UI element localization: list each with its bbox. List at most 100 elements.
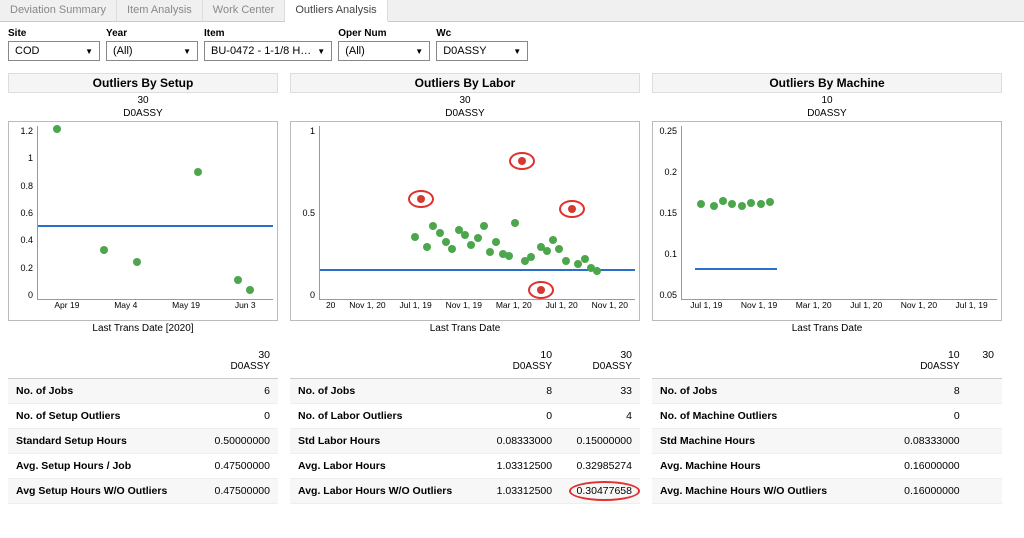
- tab-work-center[interactable]: Work Center: [203, 0, 286, 21]
- data-point[interactable]: [549, 236, 557, 244]
- filter-label: Oper Num: [338, 28, 430, 39]
- col-header: 30: [968, 343, 1002, 361]
- select-opernum[interactable]: (All) ▼: [338, 41, 430, 61]
- data-point[interactable]: [411, 233, 419, 241]
- data-point[interactable]: [429, 222, 437, 230]
- data-point[interactable]: [747, 199, 755, 207]
- row-label: No. of Machine Outliers: [652, 404, 879, 429]
- data-point[interactable]: [505, 252, 513, 260]
- chart-setup[interactable]: 1.210.80.60.40.20 Apr 19May 4May 19Jun 3…: [8, 121, 278, 321]
- filter-opernum: Oper Num (All) ▼: [338, 28, 430, 61]
- data-point[interactable]: [766, 198, 774, 206]
- x-tick: Mar 1, 20: [796, 300, 832, 310]
- row-label: No. of Setup Outliers: [8, 404, 197, 429]
- data-point[interactable]: [474, 234, 482, 242]
- x-tick: Nov 1, 20: [901, 300, 937, 310]
- col-subheader: D0ASSY: [879, 361, 968, 379]
- table-row: Std Machine Hours0.08333000: [652, 429, 1002, 454]
- cell-value: 0.32985274: [560, 454, 640, 479]
- data-point[interactable]: [593, 267, 601, 275]
- row-label: No. of Jobs: [652, 379, 879, 404]
- col-header: [8, 343, 197, 361]
- chart-title: Outliers By Labor: [290, 73, 640, 93]
- table-row: Avg. Machine Hours W/O Outliers0.1600000…: [652, 479, 1002, 504]
- x-tick: Apr 19: [54, 300, 79, 310]
- data-point[interactable]: [719, 197, 727, 205]
- data-point[interactable]: [234, 276, 242, 284]
- select-year[interactable]: (All) ▼: [106, 41, 198, 61]
- x-axis-label: Last Trans Date [2020]: [9, 323, 277, 334]
- select-item[interactable]: BU-0472 - 1-1/8 H… ▼: [204, 41, 332, 61]
- chart-labor[interactable]: 10.50 20Nov 1, 20Jul 1, 19Nov 1, 19Mar 1…: [290, 121, 640, 321]
- col-setup: Outliers By Setup 30 D0ASSY 1.210.80.60.…: [8, 73, 278, 504]
- filter-bar: Site COD ▼ Year (All) ▼ Item BU-0472 - 1…: [0, 22, 1024, 67]
- data-point[interactable]: [543, 247, 551, 255]
- row-label: Std Machine Hours: [652, 429, 879, 454]
- data-point[interactable]: [527, 253, 535, 261]
- select-value: COD: [15, 45, 39, 57]
- select-value: (All): [113, 45, 133, 57]
- data-point[interactable]: [555, 245, 563, 253]
- data-point[interactable]: [467, 241, 475, 249]
- row-label: No. of Jobs: [290, 379, 480, 404]
- select-value: BU-0472 - 1-1/8 H…: [211, 45, 311, 57]
- data-point[interactable]: [53, 125, 61, 133]
- data-point[interactable]: [562, 257, 570, 265]
- data-point[interactable]: [442, 238, 450, 246]
- chart-header-bot: D0ASSY: [807, 108, 846, 119]
- data-point[interactable]: [461, 231, 469, 239]
- data-point[interactable]: [480, 222, 488, 230]
- data-point[interactable]: [728, 200, 736, 208]
- y-tick: 0.8: [11, 181, 33, 191]
- select-wc[interactable]: D0ASSY ▼: [436, 41, 528, 61]
- col-subheader: [652, 361, 879, 379]
- data-point[interactable]: [710, 202, 718, 210]
- filter-wc: Wc D0ASSY ▼: [436, 28, 528, 61]
- data-point[interactable]: [697, 200, 705, 208]
- chevron-down-icon: ▼: [513, 47, 521, 56]
- data-point[interactable]: [246, 286, 254, 294]
- table-row: No. of Jobs8: [652, 379, 1002, 404]
- select-site[interactable]: COD ▼: [8, 41, 100, 61]
- x-tick: Jul 1, 19: [956, 300, 988, 310]
- x-tick: May 19: [172, 300, 200, 310]
- data-point[interactable]: [581, 255, 589, 263]
- filter-label: Year: [106, 28, 198, 39]
- chart-header-bot: D0ASSY: [445, 108, 484, 119]
- data-point[interactable]: [738, 202, 746, 210]
- col-header: 10: [879, 343, 968, 361]
- data-point[interactable]: [100, 246, 108, 254]
- chart-header-top: 30: [459, 95, 470, 106]
- filter-site: Site COD ▼: [8, 28, 100, 61]
- reference-line: [38, 225, 273, 227]
- table-row: Avg. Labor Hours W/O Outliers1.033125000…: [290, 479, 640, 504]
- cell-value: 0.16000000: [879, 454, 968, 479]
- data-point[interactable]: [133, 258, 141, 266]
- cell-value: 8: [480, 379, 560, 404]
- data-point[interactable]: [423, 243, 431, 251]
- table-row: No. of Machine Outliers0: [652, 404, 1002, 429]
- data-point[interactable]: [511, 219, 519, 227]
- tab-deviation-summary[interactable]: Deviation Summary: [0, 0, 117, 21]
- y-tick: 0.4: [11, 235, 33, 245]
- x-tick: Jul 1, 20: [546, 300, 578, 310]
- data-point[interactable]: [486, 248, 494, 256]
- table-row: No. of Jobs6: [8, 379, 278, 404]
- data-point[interactable]: [492, 238, 500, 246]
- cell-value: [968, 429, 1002, 454]
- x-tick: Nov 1, 20: [592, 300, 628, 310]
- cell-value: 0.08333000: [480, 429, 560, 454]
- table-row: No. of Labor Outliers04: [290, 404, 640, 429]
- y-tick: 1: [293, 126, 315, 136]
- x-tick: Nov 1, 19: [741, 300, 777, 310]
- data-point[interactable]: [757, 200, 765, 208]
- data-point[interactable]: [448, 245, 456, 253]
- chart-machine[interactable]: 0.250.20.150.10.05 Jul 1, 19Nov 1, 19Mar…: [652, 121, 1002, 321]
- data-point[interactable]: [194, 168, 202, 176]
- cell-value: 0.50000000: [197, 429, 278, 454]
- tab-outliers-analysis[interactable]: Outliers Analysis: [285, 0, 387, 22]
- select-value: D0ASSY: [443, 45, 486, 57]
- data-point[interactable]: [436, 229, 444, 237]
- tab-item-analysis[interactable]: Item Analysis: [117, 0, 203, 21]
- row-label: Standard Setup Hours: [8, 429, 197, 454]
